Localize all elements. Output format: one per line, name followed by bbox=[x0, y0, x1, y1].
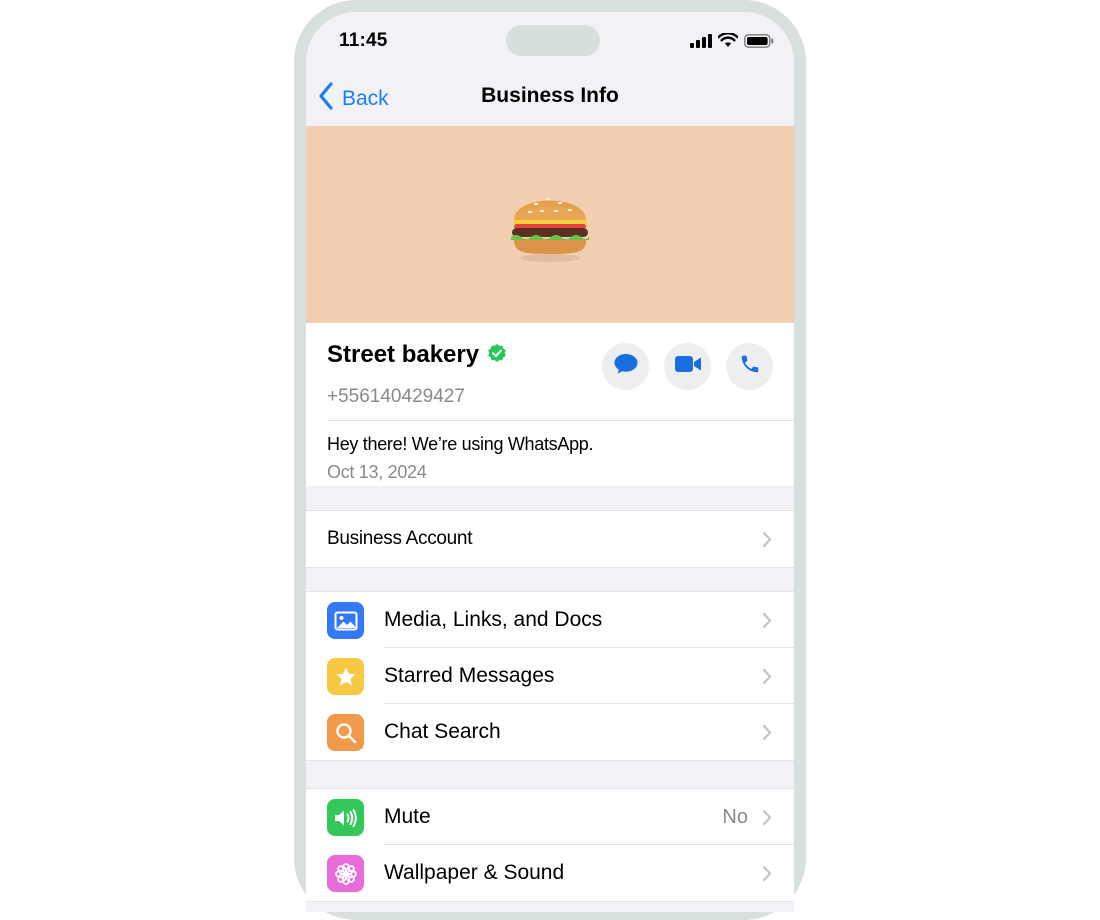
business-account-group: Business Account bbox=[306, 510, 794, 568]
video-camera-icon bbox=[674, 354, 702, 379]
starred-messages-label: Starred Messages bbox=[384, 664, 555, 687]
status-bar: 11:45 bbox=[306, 12, 794, 66]
wifi-icon bbox=[717, 32, 739, 53]
business-account-row[interactable]: Business Account bbox=[306, 511, 794, 567]
media-links-docs-row[interactable]: Media, Links, and Docs bbox=[306, 592, 794, 648]
phone-icon bbox=[739, 353, 761, 380]
business-name: Street bakery bbox=[327, 341, 480, 368]
chat-bubble-icon bbox=[613, 352, 639, 381]
about-text: Hey there! We’re using WhatsApp. bbox=[327, 434, 594, 454]
battery-icon bbox=[744, 33, 774, 53]
media-group: Media, Links, and Docs Starred Messages … bbox=[306, 591, 794, 761]
page-title: Business Info bbox=[481, 84, 619, 107]
speaker-icon bbox=[327, 799, 364, 836]
mute-label: Mute bbox=[384, 805, 431, 828]
chevron-right-icon bbox=[762, 809, 772, 831]
cover-banner bbox=[306, 126, 794, 323]
burger-icon bbox=[508, 180, 592, 269]
flower-icon bbox=[327, 855, 364, 892]
business-name-row: Street bakery bbox=[327, 341, 507, 369]
voice-call-button[interactable] bbox=[726, 343, 773, 390]
phone-screen: 11:45 Back Business Info Street bakery +… bbox=[306, 12, 794, 912]
status-time: 11:45 bbox=[339, 30, 388, 51]
dynamic-island bbox=[506, 25, 600, 56]
status-icons bbox=[690, 32, 774, 53]
chevron-right-icon bbox=[762, 668, 772, 690]
signal-icon bbox=[690, 33, 712, 53]
profile-divider bbox=[327, 420, 794, 421]
chat-search-row[interactable]: Chat Search bbox=[306, 704, 794, 760]
mute-value: No bbox=[722, 805, 748, 828]
video-call-button[interactable] bbox=[664, 343, 711, 390]
contact-actions bbox=[602, 343, 773, 390]
business-phone: +556140429427 bbox=[327, 386, 465, 407]
starred-messages-row[interactable]: Starred Messages bbox=[306, 648, 794, 704]
search-icon bbox=[327, 714, 364, 751]
star-icon bbox=[327, 658, 364, 695]
chevron-right-icon bbox=[762, 531, 772, 553]
message-button[interactable] bbox=[602, 343, 649, 390]
chevron-right-icon bbox=[762, 724, 772, 746]
wallpaper-sound-row[interactable]: Wallpaper & Sound bbox=[306, 845, 794, 901]
business-account-label: Business Account bbox=[327, 528, 473, 549]
mute-row[interactable]: Mute No bbox=[306, 789, 794, 845]
about-date: Oct 13, 2024 bbox=[327, 462, 427, 482]
wallpaper-sound-label: Wallpaper & Sound bbox=[384, 861, 565, 884]
chevron-right-icon bbox=[762, 612, 772, 634]
photo-icon bbox=[327, 602, 364, 639]
profile-card: Street bakery +556140429427 Hey there! W… bbox=[306, 323, 794, 486]
verified-badge-icon bbox=[487, 343, 507, 368]
settings-group: Mute No Wallpaper & Sound bbox=[306, 788, 794, 902]
chat-search-label: Chat Search bbox=[384, 720, 501, 743]
chevron-right-icon bbox=[762, 865, 772, 887]
media-links-docs-label: Media, Links, and Docs bbox=[384, 608, 603, 631]
nav-bar: Back Business Info bbox=[306, 66, 794, 126]
